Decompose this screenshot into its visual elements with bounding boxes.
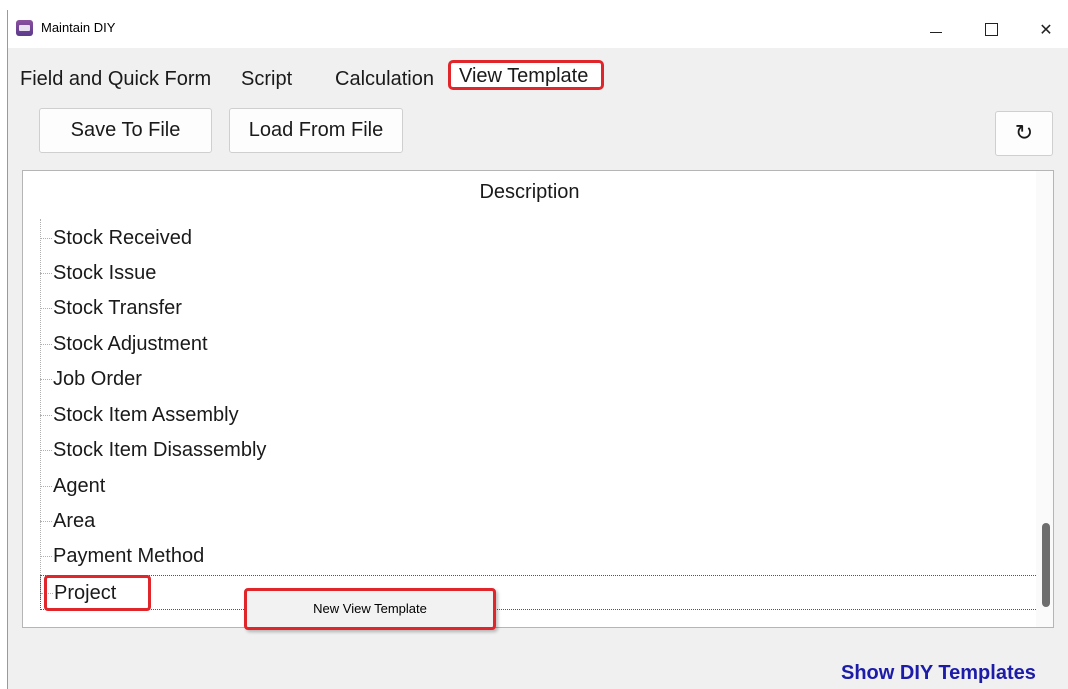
list-item-label: Stock Adjustment	[53, 333, 208, 355]
list-item[interactable]: Stock Item Assembly	[40, 398, 1038, 433]
list-item-label: Stock Transfer	[53, 297, 182, 319]
tree-tick	[40, 238, 52, 239]
tree-tick	[40, 273, 52, 274]
view-template-list[interactable]: Description Stock Received Stock Issue S…	[22, 170, 1054, 628]
refresh-button[interactable]: ↻	[995, 111, 1053, 156]
scrollbar-thumb[interactable]	[1042, 523, 1050, 607]
list-item-label: Stock Item Disassembly	[53, 439, 267, 461]
minimize-icon	[930, 31, 942, 33]
refresh-icon: ↻	[1014, 121, 1034, 146]
close-icon: ✕	[1039, 19, 1053, 39]
list-item-label: Stock Received	[53, 227, 192, 249]
list-item[interactable]: Job Order	[40, 362, 1038, 397]
tree-tick	[40, 450, 52, 451]
list-item-selected[interactable]: Project	[40, 575, 1038, 610]
tree-tick	[40, 415, 52, 416]
list-item[interactable]: Stock Issue	[40, 256, 1038, 291]
maximize-button[interactable]	[968, 12, 1014, 46]
tab-script[interactable]: Script	[241, 48, 292, 94]
list-item-label: Agent	[53, 475, 106, 497]
tab-strip: Field and Quick Form Script Calculation …	[8, 48, 1068, 94]
list-item-label: Stock Item Assembly	[53, 404, 239, 426]
tree-tick	[40, 379, 52, 380]
context-menu: New View Template	[244, 588, 496, 630]
list-item[interactable]: Stock Transfer	[40, 291, 1038, 326]
vertical-scrollbar[interactable]	[1036, 171, 1053, 627]
maximize-icon	[984, 22, 998, 36]
load-from-file-button[interactable]: Load From File	[229, 108, 403, 153]
tab-calculation[interactable]: Calculation	[335, 48, 434, 94]
minimize-button[interactable]	[913, 12, 959, 46]
maintain-diy-window: Maintain DIY ✕ Field and Quick Form Scri…	[7, 10, 1068, 689]
list-item-label: Stock Issue	[53, 262, 157, 284]
column-header-description[interactable]: Description	[23, 171, 1036, 213]
show-diy-templates-link[interactable]: Show DIY Templates	[841, 662, 1036, 685]
tree-tick	[40, 344, 52, 345]
list-item[interactable]: Stock Item Disassembly	[40, 433, 1038, 468]
list-item-label: Job Order	[53, 368, 142, 390]
save-to-file-button[interactable]: Save To File	[39, 108, 212, 153]
tab-view-template[interactable]: View Template	[448, 60, 604, 90]
tree-tick	[40, 521, 52, 522]
list-item[interactable]: Stock Adjustment	[40, 327, 1038, 362]
tree-tick	[40, 556, 52, 557]
list-item-label: Payment Method	[53, 545, 205, 567]
title-bar: Maintain DIY ✕	[8, 10, 1068, 48]
tree-tick	[40, 308, 52, 309]
tree-tick	[40, 486, 52, 487]
window-title: Maintain DIY	[41, 20, 116, 35]
list-item[interactable]: Area	[40, 504, 1038, 539]
menu-item-new-view-template[interactable]: New View Template	[247, 591, 493, 627]
tab-field-and-quick-form[interactable]: Field and Quick Form	[20, 48, 211, 94]
list-item-label: Area	[53, 510, 96, 532]
list-item[interactable]: Stock Received	[40, 221, 1038, 256]
app-icon	[16, 20, 33, 36]
list-item[interactable]: Agent	[40, 469, 1038, 504]
selection-highlight-box	[44, 575, 151, 611]
list-item[interactable]: Payment Method	[40, 539, 1038, 574]
close-button[interactable]: ✕	[1023, 12, 1068, 46]
